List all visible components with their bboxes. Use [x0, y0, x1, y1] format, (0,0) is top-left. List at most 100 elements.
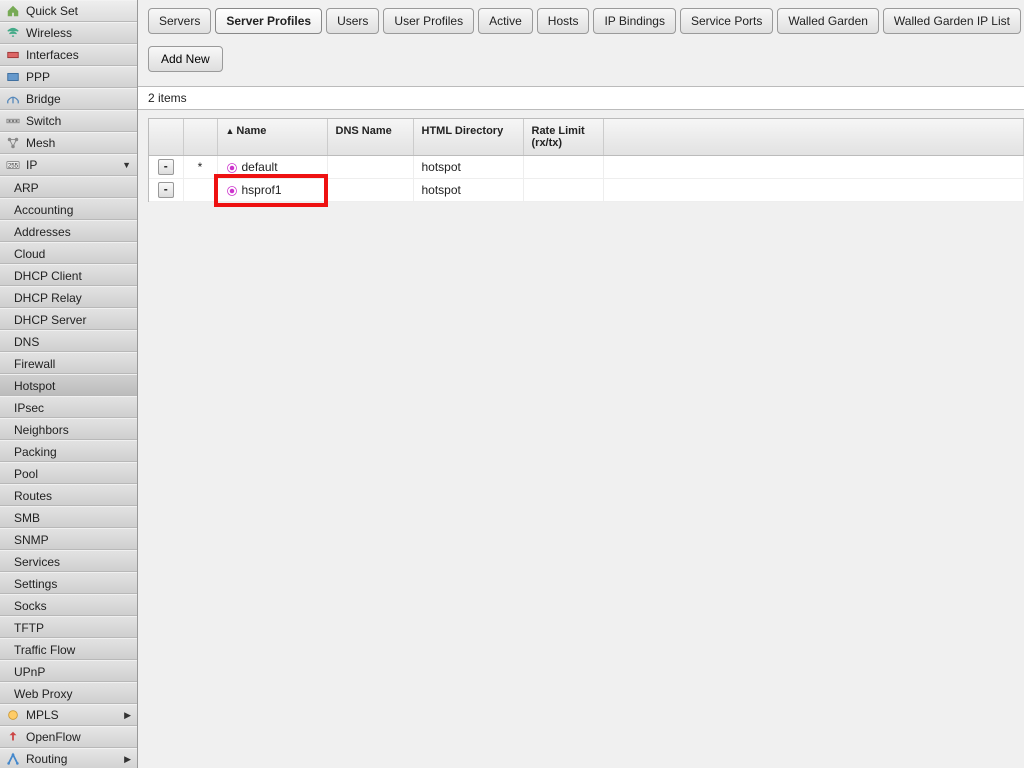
sidebar-item-label: Routing — [26, 748, 67, 768]
row-html: hotspot — [413, 179, 523, 202]
sidebar-item-label: Bridge — [26, 88, 61, 110]
sidebar-sub-socks[interactable]: Socks — [0, 594, 137, 616]
table-row[interactable]: - hsprof1 hotspot — [149, 179, 1024, 202]
sidebar-sub-packing[interactable]: Packing — [0, 440, 137, 462]
row-rate — [523, 179, 603, 202]
sidebar-item-label: Switch — [26, 110, 61, 132]
sidebar-item-interfaces[interactable]: Interfaces — [0, 44, 137, 66]
iface-icon — [6, 48, 20, 62]
sidebar-item-ip[interactable]: 255 IP ▼ — [0, 154, 137, 176]
table-wrap: ▲Name DNS Name HTML Directory Rate Limit… — [148, 118, 1024, 202]
row-rate — [523, 156, 603, 179]
sidebar-sub-services[interactable]: Services — [0, 550, 137, 572]
sidebar-sub-tftp[interactable]: TFTP — [0, 616, 137, 638]
sidebar-item-openflow[interactable]: OpenFlow — [0, 726, 137, 748]
tab-ip-bindings[interactable]: IP Bindings — [593, 8, 676, 34]
ip-icon: 255 — [6, 158, 20, 172]
sidebar-sub-addresses[interactable]: Addresses — [0, 220, 137, 242]
row-name-cell[interactable]: hsprof1 — [217, 179, 327, 202]
tab-user-profiles[interactable]: User Profiles — [383, 8, 474, 34]
table-row[interactable]: -* default hotspot — [149, 156, 1024, 179]
row-flag — [183, 179, 217, 202]
row-name-cell[interactable]: default — [217, 156, 327, 179]
col-html[interactable]: HTML Directory — [413, 119, 523, 156]
tab-hosts[interactable]: Hosts — [537, 8, 590, 34]
sidebar-item-mpls[interactable]: MPLS ▶ — [0, 704, 137, 726]
row-html: hotspot — [413, 156, 523, 179]
row-name: default — [242, 160, 278, 174]
col-dns-label: DNS Name — [336, 125, 392, 137]
sidebar-sub-web-proxy[interactable]: Web Proxy — [0, 682, 137, 704]
mesh-icon — [6, 136, 20, 150]
sidebar-item-label: PPP — [26, 66, 50, 88]
sidebar-sub-cloud[interactable]: Cloud — [0, 242, 137, 264]
sidebar-item-switch[interactable]: Switch — [0, 110, 137, 132]
sidebar-sub-smb[interactable]: SMB — [0, 506, 137, 528]
col-rate[interactable]: Rate Limit (rx/tx) — [523, 119, 603, 156]
tab-service-ports[interactable]: Service Ports — [680, 8, 773, 34]
row-disable-button[interactable]: - — [158, 182, 174, 198]
sidebar-item-mesh[interactable]: Mesh — [0, 132, 137, 154]
tab-walled-garden-ip-list[interactable]: Walled Garden IP List — [883, 8, 1021, 34]
sidebar-sub-dhcp-server[interactable]: DHCP Server — [0, 308, 137, 330]
col-flag[interactable] — [183, 119, 217, 156]
sidebar-sub-upnp[interactable]: UPnP — [0, 660, 137, 682]
col-rate-label: Rate Limit (rx/tx) — [532, 125, 585, 149]
sidebar-item-label: Wireless — [26, 22, 72, 44]
row-name: hsprof1 — [242, 183, 282, 197]
row-dns — [327, 179, 413, 202]
sidebar-item-label: MPLS — [26, 704, 59, 726]
chevron-right-icon: ▶ — [124, 704, 131, 726]
row-spacer — [603, 156, 1024, 179]
chevron-right-icon: ▶ — [124, 748, 131, 768]
col-action[interactable] — [149, 119, 183, 156]
oflow-icon — [6, 730, 20, 744]
sidebar-sub-ipsec[interactable]: IPsec — [0, 396, 137, 418]
sidebar-item-label: Interfaces — [26, 44, 79, 66]
add-new-button[interactable]: Add New — [148, 46, 223, 72]
profile-icon — [226, 162, 238, 174]
svg-text:255: 255 — [8, 163, 19, 170]
sidebar-item-label: IP — [26, 154, 37, 176]
toolbar: Add New — [138, 40, 1024, 86]
sidebar-sub-arp[interactable]: ARP — [0, 176, 137, 198]
sidebar-item-ppp[interactable]: PPP — [0, 66, 137, 88]
tab-walled-garden[interactable]: Walled Garden — [777, 8, 879, 34]
sidebar-sub-routes[interactable]: Routes — [0, 484, 137, 506]
row-dns — [327, 156, 413, 179]
ppp-icon — [6, 70, 20, 84]
sidebar-item-wireless[interactable]: Wireless — [0, 22, 137, 44]
sidebar-item-label: Mesh — [26, 132, 55, 154]
sidebar-sub-settings[interactable]: Settings — [0, 572, 137, 594]
tab-active[interactable]: Active — [478, 8, 533, 34]
sidebar-sub-dhcp-client[interactable]: DHCP Client — [0, 264, 137, 286]
sidebar-sub-snmp[interactable]: SNMP — [0, 528, 137, 550]
tab-servers[interactable]: Servers — [148, 8, 211, 34]
row-disable-button[interactable]: - — [158, 159, 174, 175]
tab-users[interactable]: Users — [326, 8, 379, 34]
sidebar-sub-neighbors[interactable]: Neighbors — [0, 418, 137, 440]
col-dns[interactable]: DNS Name — [327, 119, 413, 156]
tab-bar: ServersServer ProfilesUsersUser Profiles… — [138, 0, 1024, 40]
sidebar-sub-traffic-flow[interactable]: Traffic Flow — [0, 638, 137, 660]
sidebar-sub-pool[interactable]: Pool — [0, 462, 137, 484]
sidebar-sub-dhcp-relay[interactable]: DHCP Relay — [0, 286, 137, 308]
sidebar-sub-firewall[interactable]: Firewall — [0, 352, 137, 374]
sidebar-sub-hotspot[interactable]: Hotspot — [0, 374, 137, 396]
col-html-label: HTML Directory — [422, 125, 504, 137]
col-name[interactable]: ▲Name — [217, 119, 327, 156]
items-count: 2 items — [138, 86, 1024, 110]
home-icon — [6, 4, 20, 18]
profile-icon — [226, 185, 238, 197]
sidebar-sub-accounting[interactable]: Accounting — [0, 198, 137, 220]
sidebar-item-bridge[interactable]: Bridge — [0, 88, 137, 110]
sidebar-sub-dns[interactable]: DNS — [0, 330, 137, 352]
sidebar-item-label: Quick Set — [26, 0, 78, 22]
chevron-down-icon: ▼ — [122, 154, 131, 176]
tab-server-profiles[interactable]: Server Profiles — [215, 8, 322, 34]
bridge-icon — [6, 92, 20, 106]
switch-icon — [6, 114, 20, 128]
sidebar-item-routing[interactable]: Routing ▶ — [0, 748, 137, 768]
row-flag: * — [183, 156, 217, 179]
sidebar-item-quick-set[interactable]: Quick Set — [0, 0, 137, 22]
